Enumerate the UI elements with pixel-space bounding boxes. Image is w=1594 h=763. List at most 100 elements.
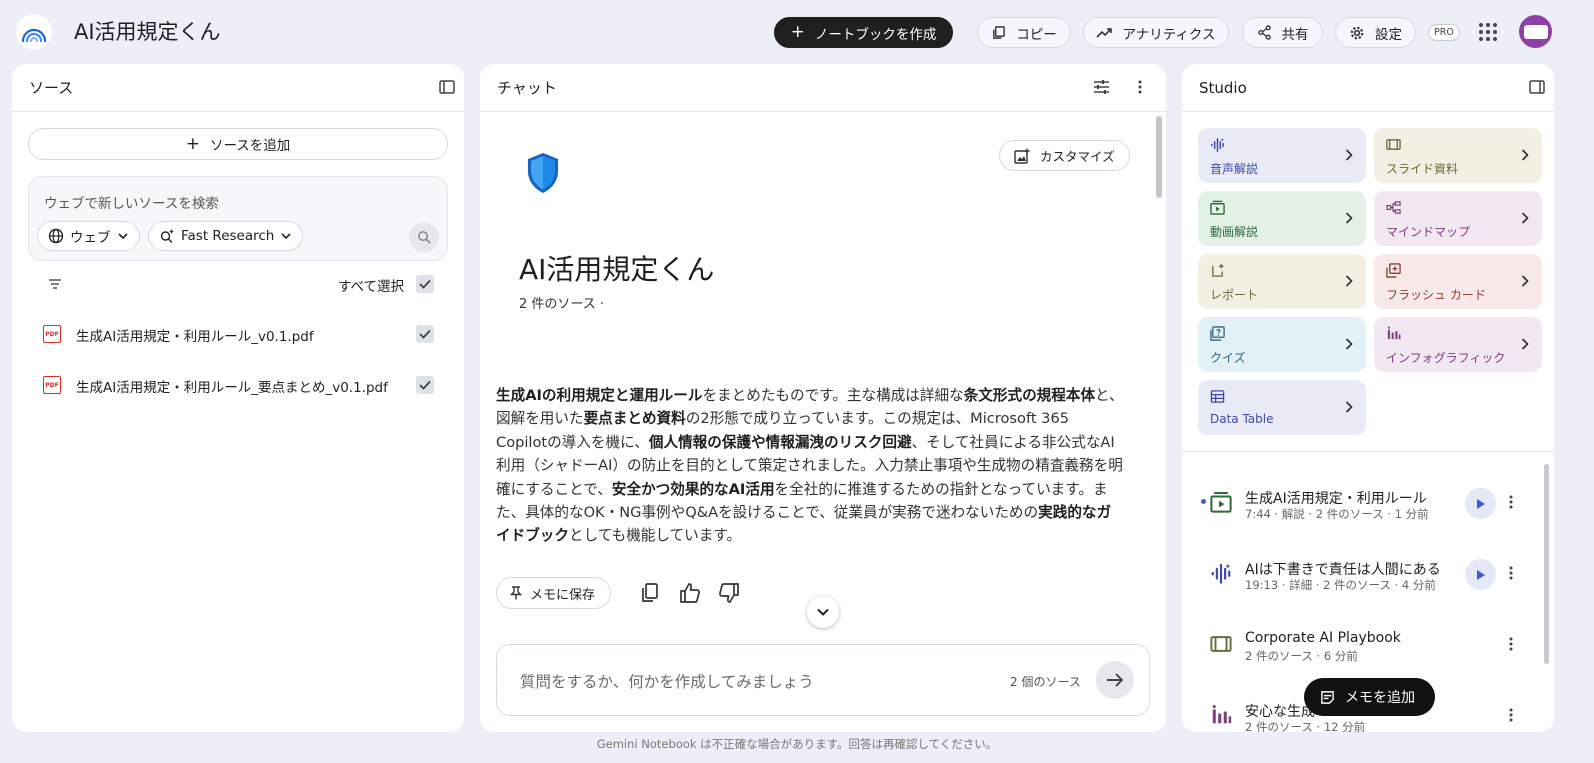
check-icon: [419, 279, 431, 289]
sources-title: ソース: [29, 79, 74, 97]
tile-label: 動画解説: [1210, 225, 1259, 239]
research-sparkle-icon: [160, 229, 174, 244]
summary-text: をまとめたものです。主な構成は詳細な: [702, 387, 964, 404]
more-vertical-icon[interactable]: [1509, 566, 1513, 580]
add-source-button[interactable]: + ソースを追加: [28, 128, 448, 160]
tile-icon: [1386, 326, 1401, 341]
chat-input[interactable]: 質問をするか、何かを作成してみましょう: [520, 670, 814, 692]
generated-item[interactable]: Corporate AI Playbook 2 件のソース · 6 分前: [1182, 611, 1554, 671]
search-submit-button[interactable]: [409, 222, 439, 252]
notebook-title[interactable]: AI活用規定くん: [74, 16, 221, 46]
chat-scrollbar[interactable]: [1156, 116, 1162, 198]
summary-highlight: 安全かつ効果的なAI活用: [611, 480, 775, 498]
copy-icon: [993, 26, 1006, 39]
arrow-right-icon: [1107, 673, 1124, 687]
studio-tile[interactable]: マインドマップ: [1374, 191, 1542, 246]
studio-tile[interactable]: 動画解説: [1198, 191, 1366, 246]
generated-item-meta: 2 件のソース · 6 分前: [1245, 649, 1358, 663]
report-icon: [1212, 263, 1224, 277]
source-search-box: ウェブで新しいソースを検索 ウェブ Fast Research: [28, 176, 448, 261]
disclaimer-footer: Gemini Notebook は不正確な場合があります。回答は再確認してくださ…: [596, 737, 998, 751]
save-to-memo-button[interactable]: メモに保存: [496, 577, 612, 609]
tile-label: クイズ: [1210, 351, 1246, 365]
source-checkbox[interactable]: [416, 325, 434, 343]
copy-button[interactable]: コピー: [977, 17, 1071, 48]
more-vertical-icon[interactable]: [1509, 708, 1513, 722]
web-chip[interactable]: ウェブ: [37, 221, 140, 251]
source-item[interactable]: PDF 生成AI活用規定・利用ルール_v0.1.pdf: [12, 314, 464, 354]
tile-icon: [1210, 389, 1225, 404]
summary-highlight: 個人情報の保護や情報漏洩のリスク回避: [648, 433, 912, 451]
studio-tile[interactable]: スライド資料: [1374, 128, 1542, 183]
play-icon: [1476, 569, 1485, 580]
apps-grid-icon[interactable]: [1476, 20, 1500, 44]
generated-item[interactable]: AIは下書きで責任は人間にある 19:13 · 詳細 · 2 件のソース · 4…: [1182, 540, 1554, 600]
chevron-right-icon: [1345, 149, 1353, 161]
sources-panel: ソース + ソースを追加 ウェブで新しいソースを検索 ウェブ Fast Rese…: [12, 64, 464, 732]
studio-tile[interactable]: Data Table: [1198, 380, 1366, 435]
app-logo[interactable]: [16, 14, 52, 50]
add-memo-button[interactable]: メモを追加: [1304, 678, 1435, 716]
chevron-right-icon: [1521, 338, 1529, 350]
tile-icon: [1210, 263, 1225, 278]
more-vertical-icon[interactable]: [1138, 80, 1142, 94]
chevron-right-icon: [1345, 212, 1353, 224]
copy-response-icon[interactable]: [638, 581, 662, 605]
source-name: 生成AI活用規定・利用ルール_v0.1.pdf: [76, 329, 314, 345]
generated-item-icon: [1210, 562, 1232, 584]
check-icon: [419, 380, 431, 390]
fast-research-chip[interactable]: Fast Research: [148, 221, 304, 251]
studio-tile[interactable]: クイズ: [1198, 317, 1366, 372]
tile-label: レポート: [1210, 288, 1259, 302]
sources-header: ソース: [12, 64, 464, 112]
studio-scrollbar[interactable]: [1544, 464, 1549, 664]
collapse-panel-icon[interactable]: [1529, 79, 1545, 95]
play-button[interactable]: [1465, 559, 1496, 590]
more-vertical-icon[interactable]: [1509, 637, 1513, 651]
share-icon: [1257, 25, 1271, 40]
thumbs-up-icon[interactable]: [678, 581, 702, 605]
chat-input-box: 質問をするか、何かを作成してみましょう 2 個のソース: [496, 644, 1150, 716]
tile-icon: [1386, 263, 1401, 278]
chevron-down-icon: [117, 233, 128, 240]
infographic-icon: [1212, 704, 1232, 724]
infographic-icon: [1387, 326, 1401, 340]
generated-item-icon: [1210, 633, 1232, 655]
generated-item-meta: 19:13 · 詳細 · 2 件のソース · 4 分前: [1245, 578, 1436, 592]
send-button[interactable]: [1096, 661, 1134, 699]
generated-item-icon: [1210, 491, 1232, 513]
select-all-checkbox[interactable]: [416, 275, 434, 293]
collapse-panel-icon[interactable]: [439, 79, 455, 95]
scroll-down-button[interactable]: [807, 596, 839, 628]
pin-icon: [510, 586, 522, 600]
customize-button[interactable]: カスタマイズ: [999, 140, 1130, 171]
pdf-icon: PDF: [43, 325, 61, 343]
chat-panel: チャット カスタマイズ AI活用規定くん 2 件のソース · 生成AIの利用規定…: [480, 64, 1166, 732]
studio-tile[interactable]: 音声解説: [1198, 128, 1366, 183]
source-checkbox[interactable]: [416, 376, 434, 394]
studio-title: Studio: [1199, 78, 1247, 97]
source-item[interactable]: PDF 生成AI活用規定・利用ルール_要点まとめ_v0.1.pdf: [12, 365, 464, 405]
top-bar: AI活用規定くん + ノートブックを作成 コピー アナリティクス 共有 設定 P…: [0, 0, 1594, 64]
create-notebook-button[interactable]: + ノートブックを作成: [774, 17, 953, 48]
filter-sort-icon[interactable]: [48, 278, 62, 290]
thumbs-down-icon[interactable]: [717, 581, 741, 605]
analytics-button[interactable]: アナリティクス: [1083, 17, 1229, 48]
tile-label: フラッシュ カード: [1386, 288, 1486, 302]
avatar[interactable]: [1519, 15, 1552, 48]
play-button[interactable]: [1465, 488, 1496, 519]
summary-highlight: 生成AIの利用規定と運用ルール: [496, 387, 703, 404]
source-search-input[interactable]: ウェブで新しいソースを検索: [44, 192, 219, 212]
audio-wave-icon: [1211, 137, 1225, 152]
settings-button[interactable]: 設定: [1335, 17, 1416, 48]
share-button[interactable]: 共有: [1242, 17, 1323, 48]
chat-title: チャット: [497, 79, 557, 97]
studio-tile[interactable]: インフォグラフィック: [1374, 317, 1542, 372]
studio-tile[interactable]: フラッシュ カード: [1374, 254, 1542, 309]
summary-highlight: 条文形式の規程本体: [963, 387, 1096, 404]
generated-item[interactable]: 生成AI活用規定・利用ルール 7:44 · 解説 · 2 件のソース · 1 分…: [1182, 469, 1554, 529]
tune-settings-icon[interactable]: [1093, 79, 1110, 95]
more-vertical-icon[interactable]: [1509, 495, 1513, 509]
generated-item-meta: 2 件のソース · 12 分前: [1245, 720, 1366, 732]
studio-tile[interactable]: レポート: [1198, 254, 1366, 309]
